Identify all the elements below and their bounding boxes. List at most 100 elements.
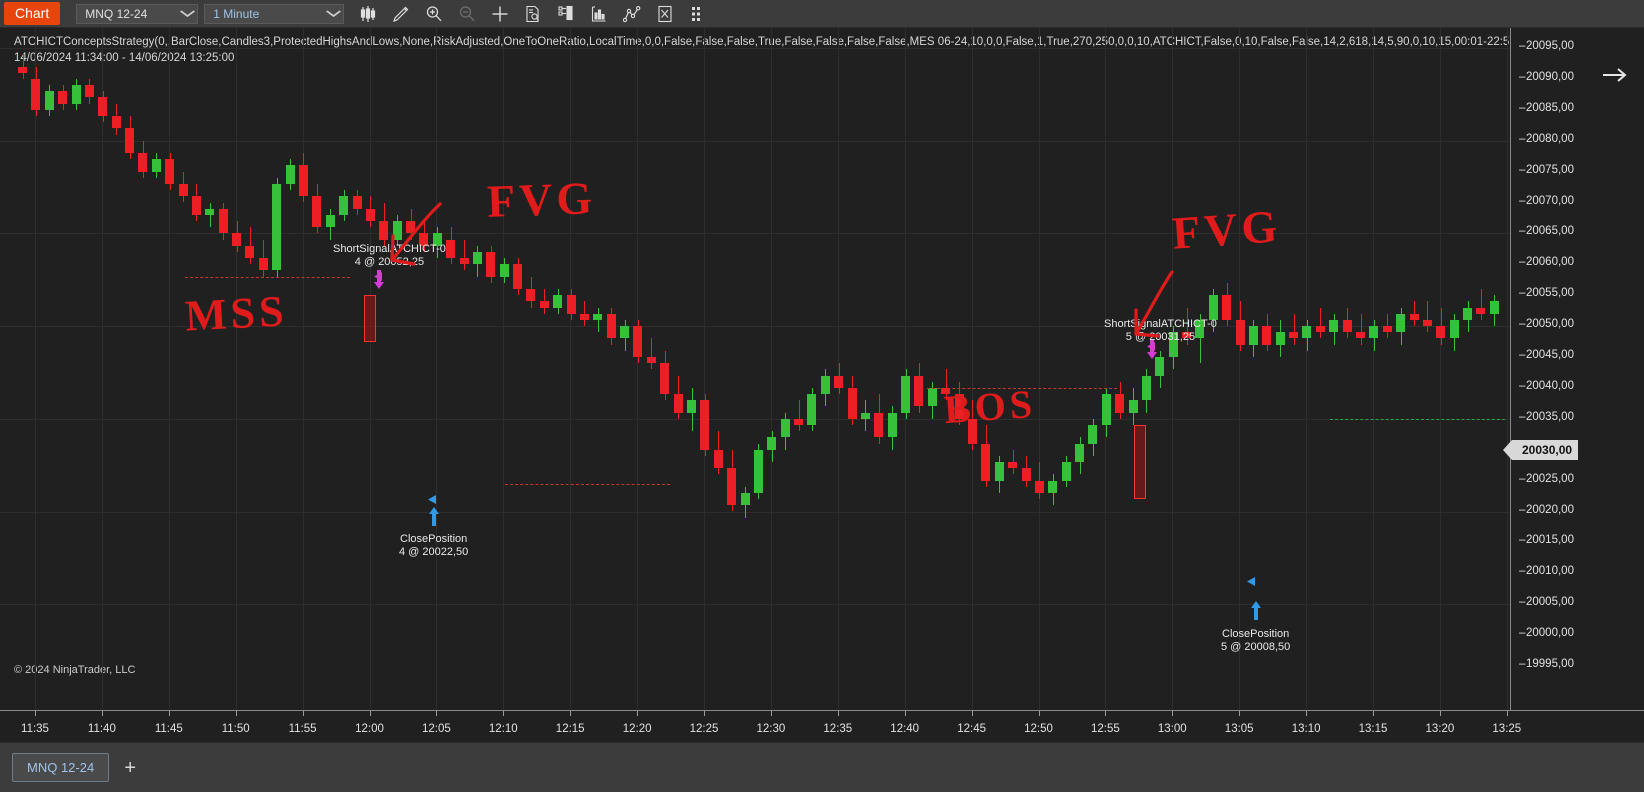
price-tick-label: –20015,00 [1519, 534, 1574, 547]
chart-trader-icon[interactable] [556, 4, 576, 24]
time-axis-tick [1038, 711, 1040, 716]
strategies-icon[interactable] [622, 4, 642, 24]
candle-body [84, 85, 94, 98]
horizontal-gridline [0, 326, 1510, 328]
candle-wick [798, 400, 800, 432]
structure-level-line [505, 483, 670, 485]
document-tabbar: MNQ 12-24 + [0, 742, 1644, 792]
properties-icon[interactable] [688, 4, 708, 24]
document-tab-mnq[interactable]: MNQ 12-24 [12, 753, 110, 782]
add-tab-button[interactable]: + [119, 757, 141, 779]
time-axis-tick [302, 711, 304, 716]
candle-body [272, 183, 282, 271]
candle-body [1101, 394, 1111, 425]
candle-body [459, 258, 469, 265]
price-axis[interactable]: –20095,00 –20090,00 –20085,00 –20080,00 –200… [1503, 28, 1644, 710]
chart-canvas-area[interactable]: ATCHICTConceptsStrategy(0,,BarClose,Cand… [0, 28, 1644, 710]
zoom-in-icon[interactable] [424, 4, 444, 24]
horizontal-gridline [0, 604, 1510, 606]
scroll-to-last-bar-icon[interactable] [1602, 67, 1628, 88]
candle-body [1141, 375, 1151, 401]
time-axis-tick [1239, 711, 1241, 716]
crosshair-icon[interactable] [490, 4, 510, 24]
candle-body [71, 85, 81, 104]
short-signal-label-2: ShortSignalATCHICT-0 5 @ 20031,25 [1104, 318, 1217, 344]
mss-level-line [185, 276, 350, 278]
candle-wick [1480, 289, 1482, 320]
time-axis-tick [637, 711, 639, 716]
candle-body [1289, 332, 1299, 339]
vertical-gridline [302, 28, 304, 710]
time-axis-label: 13:10 [1291, 723, 1321, 735]
data-series-icon[interactable] [523, 4, 543, 24]
candle-body [165, 159, 175, 184]
candle-body [218, 208, 228, 234]
time-axis-label: 11:40 [87, 723, 116, 735]
toolbar-icon-group [358, 4, 708, 24]
candle-body [1115, 394, 1125, 413]
candle-body [847, 387, 857, 419]
price-tick-label: –20040,00 [1519, 379, 1574, 392]
drawing-tools-icon[interactable] [391, 4, 411, 24]
price-tick-label: –20055,00 [1519, 287, 1574, 300]
candle-body [98, 97, 108, 116]
remove-drawings-icon[interactable] [655, 4, 675, 24]
candle-body [954, 394, 964, 419]
candle-body [1463, 307, 1473, 320]
candle-body [1208, 295, 1218, 320]
time-axis-label: 12:05 [422, 723, 451, 735]
indicators-icon[interactable] [589, 4, 609, 24]
vertical-gridline [570, 28, 572, 710]
candle-body [981, 443, 991, 481]
instrument-selector[interactable]: MNQ 12-24 [76, 3, 199, 24]
candle-body [499, 264, 509, 277]
candle-body [58, 91, 68, 104]
time-axis-tick [570, 711, 572, 716]
time-axis-label: 12:30 [756, 723, 786, 735]
candle-body [994, 462, 1004, 481]
chevron-down-icon [179, 9, 196, 19]
zoom-out-icon[interactable] [457, 4, 477, 24]
price-plot[interactable]: ATCHICTConceptsStrategy(0,,BarClose,Cand… [0, 28, 1510, 710]
bar-type-icon[interactable] [358, 4, 378, 24]
candle-body [392, 221, 402, 240]
chart-menu-button[interactable]: Chart [4, 2, 61, 25]
chart-toolbar: Chart MNQ 12-24 1 Minute [0, 0, 1644, 28]
vertical-gridline [436, 28, 438, 710]
time-axis-tick [770, 711, 772, 716]
time-axis-tick [503, 711, 505, 716]
candle-wick [651, 338, 653, 370]
price-tick-label: –20005,00 [1519, 596, 1574, 609]
price-tick-label: –20050,00 [1519, 318, 1574, 331]
candle-body [713, 449, 723, 469]
candle-body [967, 418, 977, 444]
candle-body [646, 357, 656, 364]
candle-body [513, 264, 523, 290]
time-axis-tick [1373, 711, 1374, 716]
close-position-arrow-1 [428, 506, 440, 531]
candle-body [1422, 319, 1432, 327]
candle-wick [209, 202, 211, 228]
candle-body [1048, 480, 1058, 493]
candle-body [1021, 468, 1031, 481]
candle-body [406, 221, 416, 234]
time-axis-label: 12:55 [1091, 723, 1120, 735]
close-position-label-1-line1: ClosePosition [400, 533, 468, 545]
hand-drawn-annotation-overlay [390, 202, 1174, 338]
vertical-gridline [168, 28, 170, 710]
time-axis-tick [1306, 711, 1308, 716]
candle-body [1262, 326, 1272, 345]
candle-body [258, 258, 268, 271]
time-axis-tick [168, 711, 170, 716]
candle-body [1382, 326, 1392, 333]
time-axis[interactable]: 11:35 11:40 11:45 11:50 11:55 12:00 12:05 12:10… [0, 710, 1644, 742]
candle-body [365, 208, 375, 222]
candle-body [178, 183, 188, 197]
candle-body [526, 289, 536, 302]
price-tick-label: –20070,00 [1519, 194, 1574, 207]
strategy-header-text: ATCHICTConceptsStrategy(0,,BarClose,Cand… [14, 36, 1510, 48]
candle-body [566, 295, 576, 314]
interval-selector[interactable]: 1 Minute [204, 3, 345, 24]
chevron-down-icon [325, 9, 342, 19]
time-axis-label: 13:25 [1492, 723, 1522, 735]
